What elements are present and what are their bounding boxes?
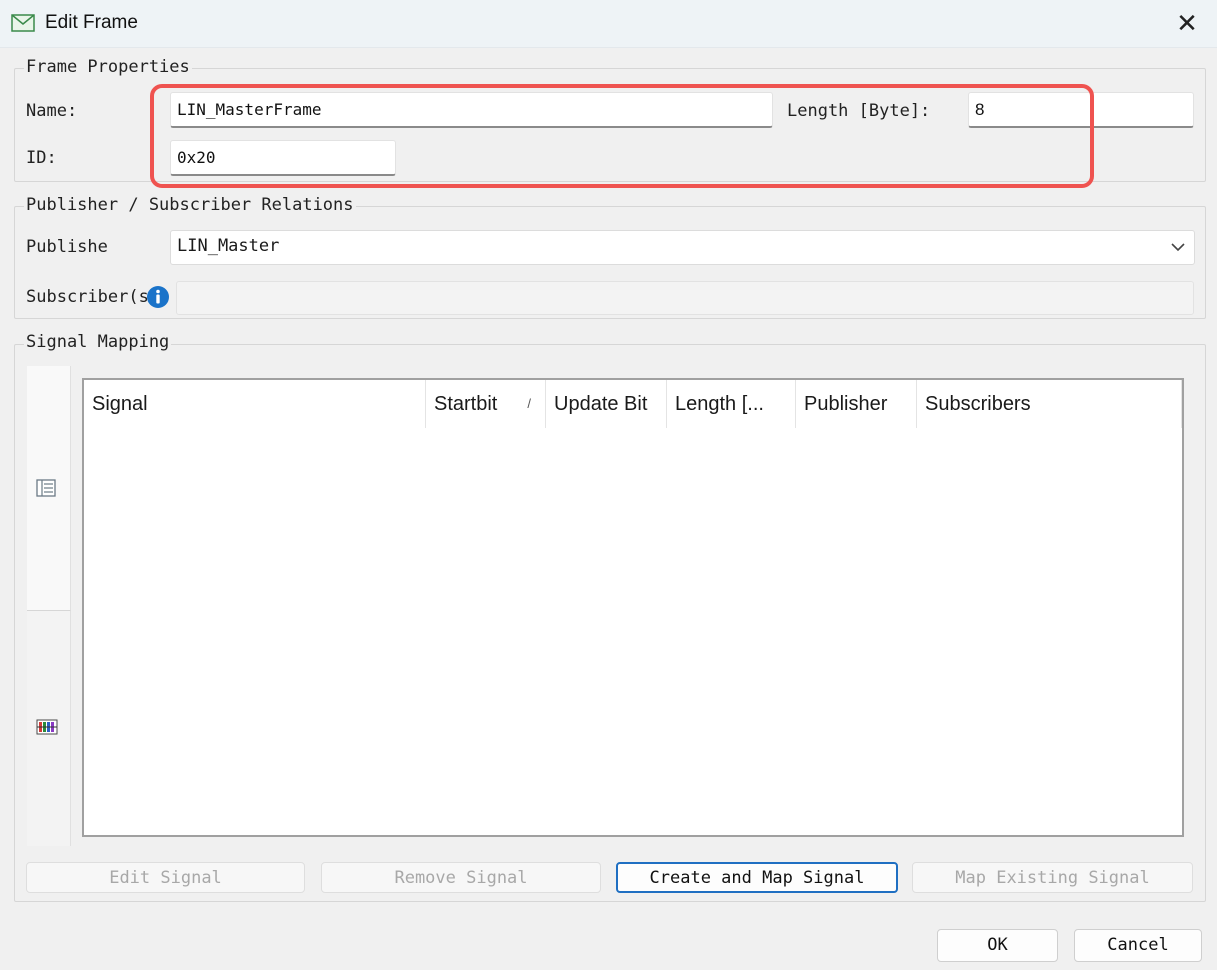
sort-ascending-icon: / [527,396,531,411]
subscriber-label: Subscriber(s [26,287,149,307]
cancel-button[interactable]: Cancel [1074,929,1202,962]
signal-table[interactable]: Signal Startbit / Update Bit Length [...… [82,378,1184,837]
close-icon: ✕ [1176,9,1198,39]
name-field[interactable]: LIN_MasterFrame [170,92,773,128]
column-header-label: Update Bit [554,393,648,415]
side-tab-list[interactable] [27,366,71,610]
create-map-signal-button[interactable]: Create and Map Signal [616,862,898,893]
publisher-select[interactable]: LIN_Master [170,230,1195,265]
column-header-update-bit[interactable]: Update Bit [546,380,667,428]
column-header-startbit[interactable]: Startbit / [426,380,546,428]
map-existing-signal-button[interactable]: Map Existing Signal [912,862,1193,893]
id-field[interactable]: 0x20 [170,140,396,176]
signal-layout-icon [36,719,58,735]
frame-properties-title: Frame Properties [24,57,192,77]
ok-button[interactable]: OK [937,929,1058,962]
column-header-label: Subscribers [925,393,1031,415]
relations-title: Publisher / Subscriber Relations [24,195,356,215]
close-button[interactable]: ✕ [1169,6,1205,42]
column-header-length[interactable]: Length [... [667,380,796,428]
length-label: Length [Byte]: [787,101,931,121]
edit-signal-button[interactable]: Edit Signal [26,862,305,893]
info-icon[interactable] [146,285,170,309]
subscriber-field [176,281,1194,315]
window-title: Edit Frame [45,12,138,33]
chevron-down-icon [1171,243,1185,252]
id-label: ID: [26,148,57,168]
column-header-label: Publisher [804,393,888,415]
signal-table-header: Signal Startbit / Update Bit Length [...… [84,380,1182,428]
column-header-label: Length [... [675,393,764,415]
title-bar: Edit Frame ✕ [0,0,1217,48]
length-field[interactable]: 8 [968,92,1194,128]
name-label: Name: [26,101,78,121]
publisher-select-value: LIN_Master [177,236,280,256]
publisher-label: Publishe [26,237,108,257]
column-header-label: Startbit [434,393,498,415]
column-header-publisher[interactable]: Publisher [796,380,917,428]
column-header-signal[interactable]: Signal [84,380,426,428]
column-header-subscribers[interactable]: Subscribers [917,380,1182,428]
column-header-label: Signal [92,393,148,415]
side-tab-layout[interactable] [27,610,71,846]
list-view-icon [36,479,56,497]
envelope-icon [11,14,35,32]
remove-signal-button[interactable]: Remove Signal [321,862,601,893]
signal-mapping-title: Signal Mapping [24,332,172,352]
